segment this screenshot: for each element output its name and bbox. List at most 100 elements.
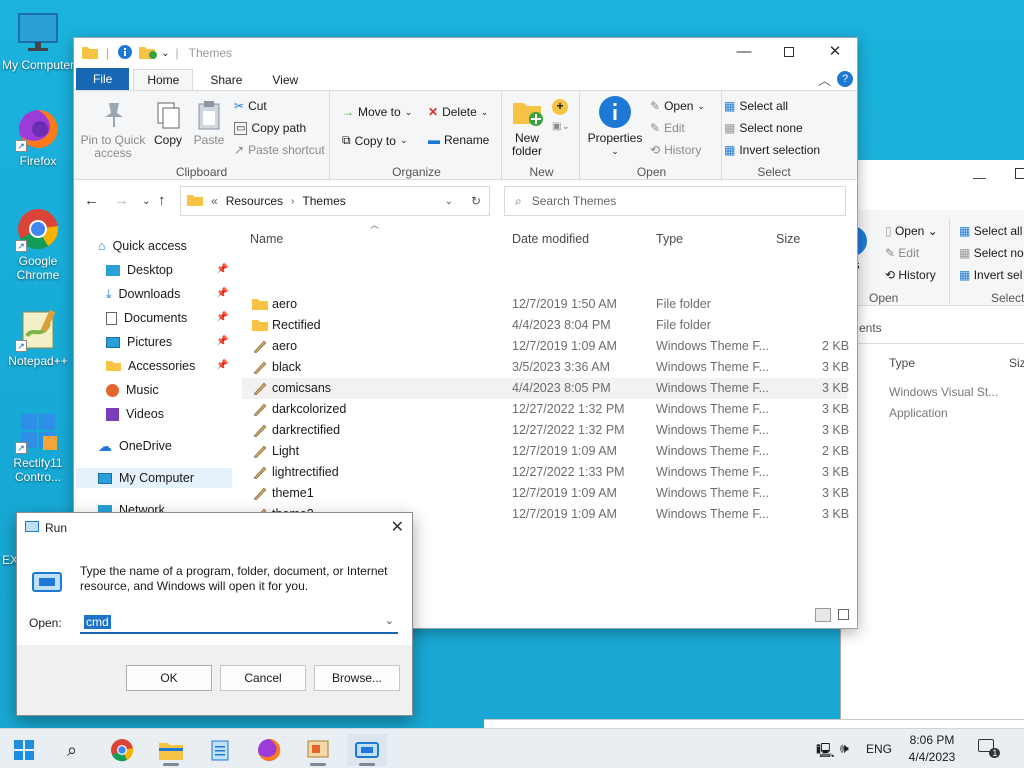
network-tray-icon[interactable]: 🖳	[816, 740, 835, 764]
maximize-button[interactable]	[766, 38, 812, 68]
table-row[interactable]: Rectified 4/4/2023 8:04 PM File folder	[242, 315, 847, 336]
column-date-modified[interactable]: Date modified	[512, 232, 589, 246]
bg-history-button[interactable]: ⟲ History	[885, 268, 936, 282]
taskbar-firefox-icon[interactable]	[249, 734, 289, 766]
tab-file[interactable]: File	[76, 68, 130, 90]
cut-button[interactable]: ✂ Cut	[234, 99, 267, 113]
help-icon[interactable]: ?	[837, 71, 853, 87]
language-indicator[interactable]: ENG	[866, 742, 892, 756]
paste-button[interactable]: Paste	[191, 99, 227, 147]
copy-to-button[interactable]: ⧉ Copy to ⌄	[342, 133, 407, 148]
desktop-icon-firefox[interactable]: ↗ Firefox	[0, 106, 76, 168]
new-folder-quick-icon[interactable]	[139, 45, 158, 62]
copy-path-button[interactable]: ▭ Copy path	[234, 121, 306, 135]
minimize-icon[interactable]: —	[973, 170, 986, 185]
invert-selection-button[interactable]: ▦ Invert selection	[724, 143, 820, 157]
breadcrumb-themes[interactable]: Themes	[302, 194, 345, 208]
bg-invert-button[interactable]: ▦ Invert sel	[959, 268, 1022, 282]
history-button[interactable]: ⟲ History	[650, 143, 701, 157]
large-icons-view-icon[interactable]	[838, 609, 849, 620]
desktop-icon-chrome[interactable]: ↗ Google Chrome	[0, 206, 76, 282]
customize-toolbar-icon[interactable]: ⌄	[161, 48, 169, 59]
bg-type-header[interactable]: Type	[889, 356, 915, 370]
edit-button[interactable]: ✎ Edit	[650, 121, 685, 135]
clock[interactable]: 8:06 PM 4/4/2023	[906, 733, 958, 764]
chevron-down-icon[interactable]: ⌄	[385, 614, 394, 627]
nav-music[interactable]: Music	[106, 380, 159, 400]
desktop-icon-rectify11[interactable]: ↗ Rectify11 Contro...	[0, 408, 76, 484]
nav-my-computer[interactable]: My Computer	[76, 468, 232, 488]
properties-button[interactable]: Properties ⌄	[584, 95, 646, 158]
taskbar-control-panel-icon[interactable]	[298, 734, 338, 766]
run-dialog[interactable]: Run ✕ Type the name of a program, folder…	[16, 512, 413, 716]
column-size[interactable]: Size	[776, 232, 800, 246]
nav-pictures[interactable]: Pictures	[106, 332, 172, 352]
run-command-input[interactable]: cmd ⌄	[80, 612, 398, 634]
back-arrow-icon[interactable]: ←	[84, 192, 99, 209]
forward-arrow-icon[interactable]: →	[114, 192, 129, 209]
maximize-icon[interactable]	[1015, 168, 1024, 179]
tab-share[interactable]: Share	[197, 70, 255, 90]
table-row[interactable]: comicsans 4/4/2023 8:05 PM Windows Theme F…	[242, 378, 849, 399]
search-box[interactable]: ⌕ Search Themes	[504, 186, 846, 216]
desktop-icon-notepadpp[interactable]: ↗ Notepad++	[0, 306, 76, 368]
breadcrumb-overflow[interactable]: «	[211, 194, 218, 208]
select-none-button[interactable]: ▦ Select none	[724, 121, 803, 135]
new-folder-button[interactable]: New folder	[506, 97, 548, 158]
taskbar-file-explorer-icon[interactable]	[151, 734, 191, 766]
close-icon[interactable]: ✕	[391, 517, 404, 537]
taskbar-run-icon[interactable]	[347, 734, 387, 766]
bg-edit-button[interactable]: ✎ Edit	[885, 246, 919, 260]
nav-quick-access[interactable]: ⌂ Quick access	[98, 236, 187, 256]
bg-open-button[interactable]: ▯ Open ⌄	[885, 224, 938, 238]
close-button[interactable]: ✕	[812, 38, 858, 68]
ok-button[interactable]: OK	[126, 665, 212, 691]
cancel-button[interactable]: Cancel	[220, 665, 306, 691]
table-row[interactable]: aero 12/7/2019 1:50 AM File folder	[242, 294, 847, 315]
nav-onedrive[interactable]: ☁ OneDrive	[98, 436, 172, 456]
background-explorer-window[interactable]: — ties ▯ Open ⌄ ✎ Edit ⟲ History Open ▦ …	[840, 160, 1024, 720]
table-row[interactable]: darkcolorized 12/27/2022 1:32 PM Windows T…	[242, 399, 849, 420]
table-row[interactable]: black 3/5/2023 3:36 AM Windows Theme F... 3…	[242, 357, 849, 378]
details-view-icon[interactable]	[815, 608, 831, 622]
bg-select-none-button[interactable]: ▦ Select no	[959, 246, 1024, 260]
address-dropdown-icon[interactable]: ⌄	[445, 196, 453, 207]
table-row[interactable]: theme1 12/7/2019 1:09 AM Windows Theme F..…	[242, 483, 849, 504]
refresh-icon[interactable]: ↻	[471, 194, 481, 208]
column-name[interactable]: Name	[250, 232, 283, 246]
tab-view[interactable]: View	[259, 70, 311, 90]
table-row[interactable]: Light 12/7/2019 1:09 AM Windows Theme F...…	[242, 441, 849, 462]
tab-home[interactable]: Home	[133, 69, 194, 90]
search-icon[interactable]: ⌕	[52, 734, 92, 766]
bg-select-all-button[interactable]: ▦ Select all	[959, 224, 1022, 238]
copy-button[interactable]: Copy	[150, 99, 186, 147]
properties-quick-icon[interactable]	[117, 44, 133, 63]
breadcrumb-resources[interactable]: Resources	[226, 194, 283, 208]
start-button[interactable]	[4, 734, 44, 766]
collapse-ribbon-icon[interactable]: ︿	[818, 70, 831, 89]
delete-button[interactable]: ✕ Delete ⌄	[428, 105, 488, 119]
up-arrow-icon[interactable]: ↑	[158, 192, 166, 209]
new-item-icon[interactable]: +	[552, 99, 568, 115]
pin-quick-access-button[interactable]: Pin to Quick access	[78, 99, 148, 160]
column-type[interactable]: Type	[656, 232, 683, 246]
volume-icon[interactable]: 🕪	[840, 740, 849, 757]
browse-button[interactable]: Browse...	[314, 665, 400, 691]
move-to-button[interactable]: → Move to ⌄	[342, 105, 412, 119]
recent-locations-icon[interactable]: ⌄	[142, 196, 150, 207]
address-bar[interactable]: « Resources › Themes ⌄ ↻	[180, 186, 490, 216]
desktop-icon-my-computer[interactable]: My Computer	[0, 10, 76, 72]
minimize-button[interactable]: —	[721, 38, 767, 68]
easy-access-icon[interactable]: ▣⌄	[552, 121, 570, 132]
table-row[interactable]: lightrectified 12/27/2022 1:33 PM Windows …	[242, 462, 849, 483]
taskbar-chrome-icon[interactable]	[102, 734, 142, 766]
taskbar-notepad-icon[interactable]	[200, 734, 240, 766]
nav-downloads[interactable]: ⤓ Downloads	[106, 284, 180, 304]
paste-shortcut-button[interactable]: ↗ Paste shortcut	[234, 143, 325, 157]
nav-videos[interactable]: Videos	[106, 404, 164, 424]
nav-desktop[interactable]: Desktop	[106, 260, 173, 280]
table-row[interactable]: darkrectified 12/27/2022 1:32 PM Windows T…	[242, 420, 849, 441]
select-all-button[interactable]: ▦ Select all	[724, 99, 788, 113]
nav-documents[interactable]: Documents	[106, 308, 187, 328]
open-button[interactable]: ✎ Open ⌄	[650, 99, 705, 113]
